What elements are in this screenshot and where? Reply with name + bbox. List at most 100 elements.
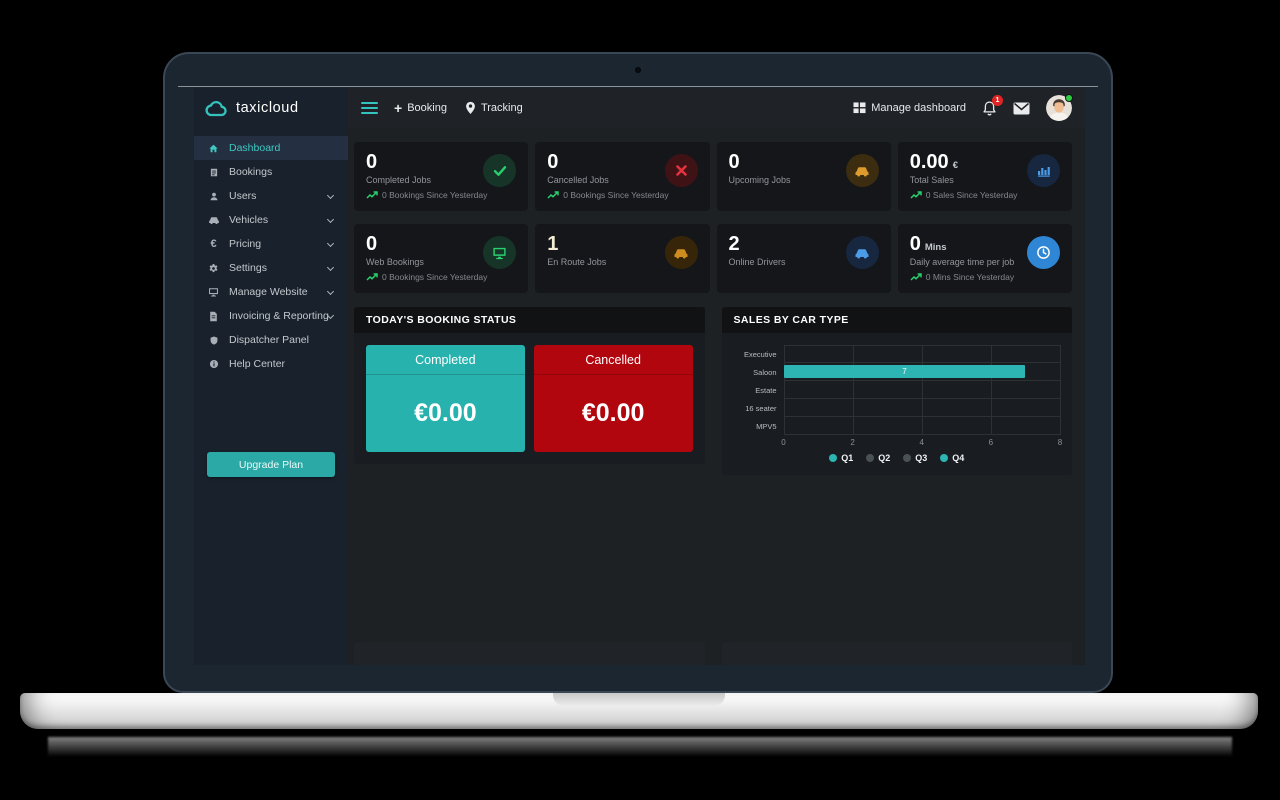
stat-cards: 0 Completed Jobs 0 Bookings Since Yester…: [354, 142, 1072, 293]
stat-subtext: 0 Sales Since Yesterday: [910, 190, 1060, 200]
sidebar-nav: Dashboard Bookings Users Vehicles € Pric…: [194, 136, 348, 376]
sidebar-item-help-center[interactable]: Help Center: [194, 352, 348, 376]
partial-panel: [354, 642, 705, 665]
stat-value: 0: [909, 233, 921, 255]
cancelled-tile[interactable]: Cancelled €0.00: [533, 345, 693, 452]
location-pin-icon: [465, 101, 476, 115]
stat-subtext: 0 Mins Since Yesterday: [910, 272, 1060, 282]
sidebar-item-vehicles[interactable]: Vehicles: [194, 208, 348, 232]
tracking-button[interactable]: Tracking: [465, 101, 523, 115]
laptop-base: [20, 693, 1258, 729]
chevron-down-icon: [326, 287, 335, 296]
stat-card-completed-jobs[interactable]: 0 Completed Jobs 0 Bookings Since Yester…: [354, 142, 529, 211]
manage-dashboard-label: Manage dashboard: [871, 102, 966, 114]
booking-status-body: Completed €0.00 Cancelled €0.00: [354, 333, 705, 464]
chart-x-tick: 0: [781, 438, 786, 447]
sidebar-item-label: Users: [229, 190, 257, 202]
sidebar-item-bookings[interactable]: Bookings: [194, 160, 348, 184]
legend-label: Q1: [841, 453, 854, 463]
chart-plot: 7: [783, 345, 1061, 435]
online-status-dot: [1065, 94, 1073, 102]
chevron-down-icon: [326, 239, 335, 248]
manage-dashboard-button[interactable]: Manage dashboard: [853, 102, 966, 114]
stat-value: 0.00: [909, 151, 949, 173]
monitor-icon: [207, 287, 220, 297]
stat-card-en-route-jobs[interactable]: 1 En Route Jobs: [535, 224, 710, 293]
booking-status-tiles: Completed €0.00 Cancelled €0.00: [366, 345, 693, 452]
chart-x-axis: 0 2 4 6 8: [781, 435, 1062, 448]
cloud-logo-icon: [205, 100, 230, 117]
sidebar-item-invoicing-reporting[interactable]: Invoicing & Reporting: [194, 304, 348, 328]
chart-categories: Executive Saloon Estate 16 seater MPV5: [734, 345, 784, 435]
logo[interactable]: taxicloud: [194, 88, 348, 128]
grid-icon: [853, 102, 866, 114]
stat-card-cancelled-jobs[interactable]: 0 Cancelled Jobs 0 Bookings Since Yester…: [535, 142, 710, 211]
car-icon: [664, 236, 698, 269]
completed-tile[interactable]: Completed €0.00: [366, 345, 525, 452]
sidebar-item-dashboard[interactable]: Dashboard: [194, 136, 348, 160]
legend-dot: [903, 454, 912, 462]
sales-chart-body: Executive Saloon Estate 16 seater MPV5 7 0 2 4…: [722, 333, 1073, 475]
menu-toggle-icon[interactable]: [361, 99, 378, 117]
car-icon: [845, 154, 879, 187]
sidebar-item-settings[interactable]: Settings: [194, 256, 348, 280]
envelope-icon: [1013, 102, 1030, 115]
new-booking-label: Booking: [407, 102, 447, 114]
trend-up-icon: [366, 273, 378, 281]
legend-dot: [829, 454, 838, 462]
dashboard-content: 0 Completed Jobs 0 Bookings Since Yester…: [348, 128, 1085, 665]
chart-gridline: [852, 345, 854, 435]
stat-card-web-bookings[interactable]: 0 Web Bookings 0 Bookings Since Yesterda…: [354, 224, 529, 293]
legend-item-q4[interactable]: Q4: [940, 453, 964, 463]
completed-tile-amount: €0.00: [414, 399, 477, 427]
legend-item-q3[interactable]: Q3: [903, 453, 927, 463]
stat-subtext: 0 Bookings Since Yesterday: [366, 190, 516, 200]
logo-text: taxicloud: [236, 100, 299, 116]
user-avatar[interactable]: [1046, 94, 1073, 121]
sales-chart-title: SALES BY CAR TYPE: [721, 307, 1072, 333]
sidebar-item-label: Invoicing & Reporting: [229, 310, 329, 322]
sidebar-item-pricing[interactable]: € Pricing: [194, 232, 348, 256]
sidebar-item-users[interactable]: Users: [194, 184, 348, 208]
webcam: [635, 67, 641, 73]
sidebar-item-dispatcher-panel[interactable]: Dispatcher Panel: [194, 328, 348, 352]
chevron-down-icon: [326, 263, 335, 272]
stat-card-total-sales[interactable]: 0.00 € Total Sales 0 Sales Since Yesterd…: [897, 142, 1072, 211]
sidebar-item-label: Vehicles: [229, 214, 269, 226]
legend-dot: [866, 454, 875, 462]
main-area: + Booking Tracking Manage dashboard 1 0 …: [348, 88, 1085, 665]
stat-card-upcoming-jobs[interactable]: 0 Upcoming Jobs: [716, 142, 891, 211]
cancelled-tile-amount: €0.00: [581, 399, 645, 427]
chart-gridline: [783, 345, 785, 435]
stat-card-online-drivers[interactable]: 2 Online Drivers: [716, 224, 891, 293]
legend-item-q1[interactable]: Q1: [829, 453, 853, 463]
legend-dot: [940, 454, 949, 462]
sidebar-item-label: Dashboard: [229, 142, 281, 154]
document-icon: [207, 311, 220, 322]
sidebar-item-label: Dispatcher Panel: [229, 334, 309, 346]
messages-button[interactable]: [1013, 102, 1030, 115]
stat-value: 0: [366, 151, 378, 173]
stat-unit: Mins: [924, 242, 947, 253]
cancel-icon: [664, 154, 698, 187]
sidebar-item-manage-website[interactable]: Manage Website: [194, 280, 348, 304]
chart-x-tick: 2: [850, 438, 855, 447]
screen: taxicloud Dashboard Bookings Users Vehic…: [194, 88, 1085, 665]
car-icon: [845, 236, 879, 269]
upgrade-plan-button[interactable]: Upgrade Plan: [207, 452, 335, 477]
chart-category-label: MPV5: [756, 421, 777, 431]
stage: taxicloud Dashboard Bookings Users Vehic…: [0, 0, 1280, 800]
new-booking-button[interactable]: + Booking: [394, 101, 447, 115]
panels-row: TODAY'S BOOKING STATUS Completed €0.00 C…: [354, 307, 1072, 475]
chart-bar[interactable]: 7: [783, 365, 1026, 378]
gear-icon: [207, 263, 220, 274]
notifications-button[interactable]: 1: [982, 94, 1003, 117]
bookings-icon: [207, 167, 220, 178]
trend-up-icon: [910, 191, 922, 199]
legend-item-q2[interactable]: Q2: [866, 453, 890, 463]
shield-icon: [207, 335, 220, 346]
stat-card-daily-average-time[interactable]: 0 Mins Daily average time per job 0 Mins…: [897, 224, 1072, 293]
car-icon: [207, 215, 220, 225]
stat-subtext: 0 Bookings Since Yesterday: [547, 190, 697, 200]
stat-value: 0: [547, 151, 559, 173]
